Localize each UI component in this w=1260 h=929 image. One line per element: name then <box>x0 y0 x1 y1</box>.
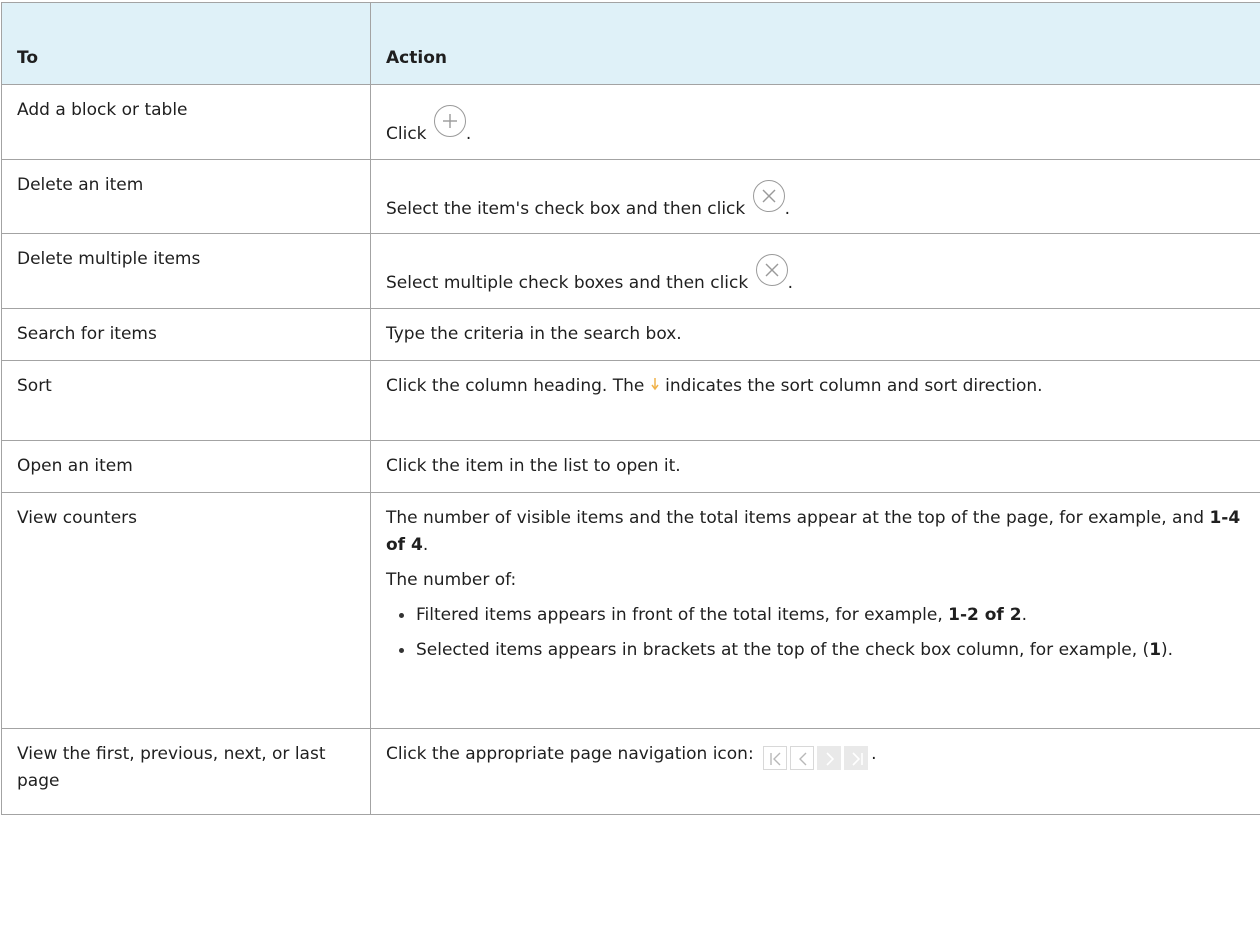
row-action-cell: The number of visible items and the tota… <box>370 492 1260 729</box>
action-suffix: . <box>784 199 791 219</box>
list-item: Selected items appears in brackets at th… <box>399 637 1248 664</box>
row-to-cell: View the first, previous, next, or last … <box>1 728 371 815</box>
action-text-cont: indicates the sort column and sort direc… <box>665 376 1043 396</box>
row-action-cell: Type the criteria in the search box. <box>370 308 1260 361</box>
row-to-cell: Delete an item <box>1 159 371 234</box>
row-action-cell: Click the column heading. The indicates … <box>370 360 1260 441</box>
row-to-cell: Search for items <box>1 308 371 361</box>
counters-paragraph: The number of visible items and the tota… <box>386 505 1248 559</box>
list-item: Filtered items appears in front of the t… <box>399 602 1248 629</box>
table-row: Delete an item Select the item's check b… <box>1 159 1260 234</box>
table-row: Add a block or table Click . <box>1 84 1260 160</box>
last-page-icon <box>844 746 869 770</box>
row-action-cell: Click . <box>370 84 1260 160</box>
row-action-cell: Click the item in the list to open it. <box>370 440 1260 493</box>
bullet-bold: 1-2 of 2 <box>948 605 1022 625</box>
bullet-suffix: ). <box>1161 640 1174 660</box>
row-to-cell: Open an item <box>1 440 371 493</box>
table-row: Search for items Type the criteria in th… <box>1 308 1260 361</box>
table-row: Open an item Click the item in the list … <box>1 440 1260 493</box>
previous-page-icon <box>790 746 815 770</box>
row-action-cell: Click the appropriate page navigation ic… <box>370 728 1260 815</box>
bullet-bold: 1 <box>1149 640 1162 660</box>
action-text: Click <box>386 124 427 144</box>
bullet-text: Filtered items appears in front of the t… <box>416 605 943 625</box>
table-row: Delete multiple items Select multiple ch… <box>1 233 1260 309</box>
number-of-label: The number of: <box>386 570 517 590</box>
column-header-to: To <box>1 2 371 85</box>
row-action-cell: Select multiple check boxes and then cli… <box>370 233 1260 309</box>
first-page-icon <box>763 746 788 770</box>
action-text: Select the item's check box and then cli… <box>386 199 746 219</box>
counters-suffix: . <box>422 535 429 555</box>
page-navigation-icons <box>763 746 871 773</box>
action-suffix: . <box>871 744 877 764</box>
action-suffix: . <box>787 273 794 293</box>
table-row: View the first, previous, next, or last … <box>1 728 1260 815</box>
table-row: Sort Click the column heading. The indic… <box>1 360 1260 441</box>
action-text: Click the appropriate page navigation ic… <box>386 744 754 764</box>
row-to-cell: Delete multiple items <box>1 233 371 309</box>
row-to-cell: Add a block or table <box>1 84 371 160</box>
row-to-cell: Sort <box>1 360 371 441</box>
action-text: Select multiple check boxes and then cli… <box>386 273 749 293</box>
x-circle-icon <box>755 254 788 286</box>
x-circle-icon <box>752 180 785 212</box>
action-suffix: . <box>465 124 472 144</box>
bullet-suffix: . <box>1021 605 1027 625</box>
table-header-row: To Action <box>1 2 1260 85</box>
row-action-cell: Select the item's check box and then cli… <box>370 159 1260 234</box>
next-page-icon <box>817 746 842 770</box>
action-text: Click the column heading. The <box>386 376 645 396</box>
help-table-container: To Action Add a block or table Click . D… <box>1 2 1260 815</box>
counters-bullet-list: Filtered items appears in front of the t… <box>386 602 1248 664</box>
bullet-text: Selected items appears in brackets at th… <box>416 640 1150 660</box>
row-to-cell: View counters <box>1 492 371 729</box>
table-row: View counters The number of visible item… <box>1 492 1260 729</box>
actions-table: To Action Add a block or table Click . D… <box>1 2 1260 815</box>
counters-text: The number of visible items and the tota… <box>386 508 1205 528</box>
arrow-down-icon <box>650 374 660 391</box>
column-header-action: Action <box>370 2 1260 85</box>
plus-circle-icon <box>433 105 466 137</box>
